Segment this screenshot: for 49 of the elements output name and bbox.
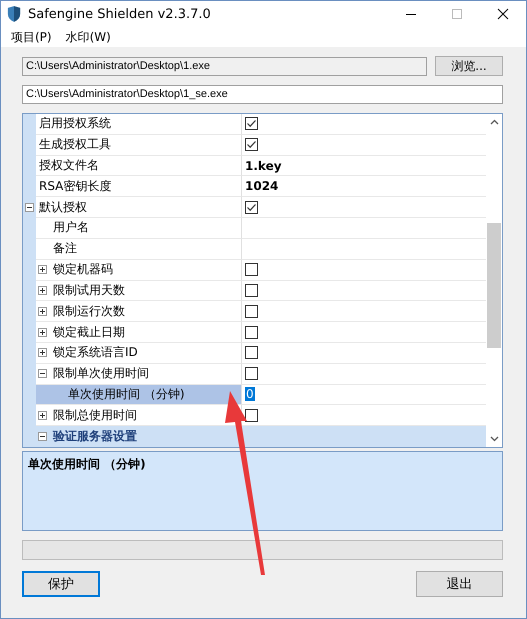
property-name[interactable]: 锁定截止日期 (36, 322, 242, 343)
expand-icon[interactable] (38, 286, 47, 295)
property-name[interactable]: 限制试用天数 (36, 280, 242, 302)
checkbox[interactable] (245, 263, 258, 276)
value-field[interactable]: 0 (245, 387, 255, 402)
property-value: 1024 (245, 179, 278, 194)
scroll-up-icon[interactable] (490, 119, 498, 125)
exit-button[interactable]: 退出 (416, 571, 503, 597)
menu-item[interactable]: 水印(W) (66, 28, 111, 46)
property-name[interactable]: RSA密钥长度 (36, 176, 242, 198)
expand-icon[interactable] (38, 328, 47, 337)
checkbox[interactable] (245, 200, 258, 214)
property-name[interactable]: 用户名 (36, 218, 242, 239)
property-name[interactable]: 默认授权 (36, 197, 242, 218)
collapse-icon[interactable] (38, 432, 47, 441)
property-value: 1.key (245, 158, 282, 173)
output-field[interactable]: C:\Users\Administrator\Desktop\1_se.exe (22, 85, 503, 104)
checkbox[interactable] (245, 346, 258, 360)
property-name[interactable]: 锁定系统语言ID (36, 342, 242, 364)
checkbox[interactable] (245, 408, 258, 422)
scroll-down-icon[interactable] (490, 436, 498, 442)
checkbox[interactable] (245, 367, 258, 380)
browse-button[interactable]: 浏览... (435, 56, 503, 76)
property-name[interactable]: 限制运行次数 (36, 301, 242, 322)
expand-icon[interactable] (38, 410, 47, 420)
checkbox[interactable] (245, 138, 258, 152)
property-name[interactable]: 授权文件名 (36, 156, 242, 176)
expand-icon[interactable] (38, 265, 47, 274)
shield-icon (7, 6, 21, 22)
collapse-icon[interactable] (38, 369, 47, 378)
property-name[interactable]: 生成授权工具 (36, 134, 242, 156)
category-label: 验证服务器设置 (53, 428, 137, 445)
window-title: Safengine Shielden v2.3.7.0 (28, 6, 211, 22)
checkbox[interactable] (245, 326, 258, 339)
property-name[interactable]: 单次使用时间 （分钟) (36, 384, 242, 406)
description-title: 单次使用时间 （分钟) (28, 457, 146, 471)
close-icon[interactable] (497, 8, 509, 20)
expand-icon[interactable] (38, 306, 47, 316)
checkbox[interactable] (245, 284, 258, 297)
protect-button[interactable]: 保护 (22, 571, 100, 597)
property-name[interactable]: 锁定机器码 (36, 260, 242, 280)
expand-icon[interactable] (38, 348, 47, 358)
scroll-thumb[interactable] (487, 223, 501, 348)
checkbox[interactable] (245, 304, 258, 318)
menu-item[interactable]: 项目(P) (11, 28, 52, 46)
property-name[interactable]: 备注 (36, 238, 242, 260)
collapse-icon[interactable] (25, 203, 34, 212)
checkbox[interactable] (245, 117, 258, 130)
property-name[interactable]: 启用授权系统 (36, 114, 242, 135)
